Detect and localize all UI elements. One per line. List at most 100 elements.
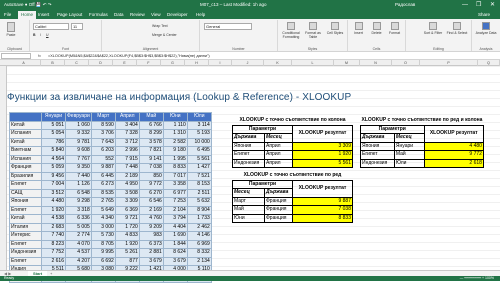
- value-cell[interactable]: 3 794: [162, 214, 188, 224]
- tab-formulas[interactable]: Formulas: [89, 10, 108, 19]
- lookup-param-first[interactable]: Юни: [232, 213, 265, 223]
- value-cell[interactable]: 983: [138, 231, 164, 241]
- value-cell[interactable]: 4 146: [186, 231, 212, 241]
- insert-cells-button[interactable]: Insert: [350, 22, 367, 35]
- value-cell[interactable]: 6 977: [162, 188, 188, 198]
- value-cell[interactable]: 6 270: [138, 188, 164, 198]
- value-cell[interactable]: 6 969: [186, 239, 212, 249]
- value-cell[interactable]: 9 209: [138, 222, 164, 232]
- lookup-param-second[interactable]: Юли: [393, 158, 425, 168]
- country-cell[interactable]: Италия: [9, 222, 42, 232]
- number-format-select[interactable]: General: [204, 23, 252, 30]
- value-cell[interactable]: 2 462: [186, 222, 212, 232]
- tab-data[interactable]: Data: [114, 10, 124, 19]
- value-cell[interactable]: 9 180: [162, 146, 188, 156]
- lookup-param-second[interactable]: Януари: [393, 141, 425, 151]
- tab-file[interactable]: File: [4, 10, 11, 19]
- value-cell[interactable]: 5 840: [41, 146, 66, 156]
- value-cell[interactable]: 877: [114, 256, 140, 266]
- value-cell[interactable]: 5 059: [41, 163, 66, 173]
- value-cell[interactable]: 3 578: [138, 137, 164, 147]
- value-cell[interactable]: 1 690: [162, 231, 188, 241]
- value-cell[interactable]: 1 126: [65, 180, 92, 190]
- value-cell[interactable]: 9 608: [65, 146, 92, 156]
- value-cell[interactable]: 6 766: [138, 120, 164, 130]
- value-cell[interactable]: 9 887: [90, 163, 116, 173]
- value-cell[interactable]: 1 920: [114, 239, 140, 249]
- value-cell[interactable]: 3 114: [186, 120, 212, 130]
- tab-page-layout[interactable]: Page Layout: [57, 10, 82, 19]
- wrap-text-button[interactable]: Wrap Text: [152, 24, 168, 28]
- value-cell[interactable]: 1 110: [162, 120, 188, 130]
- value-cell[interactable]: 8 535: [90, 188, 116, 198]
- value-cell[interactable]: 7 038: [138, 163, 164, 173]
- value-cell[interactable]: 3 358: [162, 180, 188, 190]
- lookup-param-first[interactable]: Япония: [360, 141, 395, 151]
- value-cell[interactable]: 2 683: [41, 222, 66, 232]
- value-cell[interactable]: 7 821: [138, 146, 164, 156]
- value-cell[interactable]: 2 511: [186, 188, 212, 198]
- value-cell[interactable]: 3 309: [114, 197, 140, 207]
- lookup-result[interactable]: 9 887: [292, 196, 353, 206]
- minimize-icon[interactable]: —: [462, 0, 468, 10]
- cell-styles-button[interactable]: Cell Styles: [325, 22, 345, 35]
- tab-home[interactable]: Home: [18, 11, 37, 19]
- lookup-param-first[interactable]: Март: [232, 196, 265, 206]
- value-cell[interactable]: 8 332: [186, 248, 212, 258]
- value-cell[interactable]: 5 051: [41, 120, 66, 130]
- value-cell[interactable]: 7 521: [186, 171, 212, 181]
- lookup-result[interactable]: 8 833: [292, 213, 353, 223]
- value-cell[interactable]: 9 772: [138, 180, 164, 190]
- value-cell[interactable]: 8 904: [186, 205, 212, 215]
- zoom-slider[interactable]: — ━━━━━━━━ + 100%: [460, 276, 494, 281]
- value-cell[interactable]: 9 298: [65, 197, 92, 207]
- value-cell[interactable]: 5 632: [186, 197, 212, 207]
- value-cell[interactable]: 7 752: [41, 248, 66, 258]
- lookup-param-first[interactable]: Индонезия: [360, 158, 395, 168]
- value-cell[interactable]: 6 548: [65, 188, 92, 198]
- merge-center-button[interactable]: Merge & Center: [152, 33, 177, 37]
- value-cell[interactable]: 8 833: [162, 163, 188, 173]
- value-cell[interactable]: 9 995: [90, 248, 116, 258]
- lookup-param-second[interactable]: Франция: [264, 196, 293, 206]
- value-cell[interactable]: 4 480: [41, 197, 66, 207]
- value-cell[interactable]: 1 060: [65, 120, 92, 130]
- value-cell[interactable]: 5 561: [186, 154, 212, 164]
- user-name[interactable]: Радослав: [395, 0, 415, 10]
- country-cell[interactable]: Бразилия: [9, 171, 42, 181]
- value-cell[interactable]: 9 332: [65, 129, 92, 139]
- country-cell[interactable]: Индонезия: [9, 248, 42, 258]
- restore-icon[interactable]: ❐: [476, 0, 481, 10]
- value-cell[interactable]: 2 881: [138, 248, 164, 258]
- quick-access-toolbar[interactable]: AutoSave ● Off 💾 ↶ ↷: [4, 0, 52, 10]
- value-cell[interactable]: 7 643: [90, 137, 116, 147]
- lookup-result[interactable]: 9 772: [423, 150, 484, 160]
- country-cell[interactable]: Япония: [9, 197, 42, 207]
- lookup-param-first[interactable]: Май: [232, 205, 265, 215]
- value-cell[interactable]: 2 582: [162, 137, 188, 147]
- value-cell[interactable]: 9 781: [65, 137, 92, 147]
- value-cell[interactable]: 2 189: [114, 171, 140, 181]
- value-cell[interactable]: 5 261: [114, 248, 140, 258]
- value-cell[interactable]: 8 223: [41, 239, 66, 249]
- country-cell[interactable]: Испания: [9, 154, 42, 164]
- value-cell[interactable]: 5 054: [41, 129, 66, 139]
- tab-view[interactable]: View: [151, 10, 161, 19]
- paste-button[interactable]: Paste: [4, 22, 18, 37]
- tab-developer[interactable]: Developer: [167, 10, 188, 19]
- country-cell[interactable]: Китай: [9, 137, 42, 147]
- lookup-param-second[interactable]: Май: [393, 150, 425, 160]
- value-cell[interactable]: 6 692: [90, 256, 116, 266]
- value-cell[interactable]: 5 005: [65, 222, 92, 232]
- value-cell[interactable]: 7 448: [114, 163, 140, 173]
- find-select-button[interactable]: Find & Select: [446, 22, 468, 35]
- value-cell[interactable]: 4 340: [90, 214, 116, 224]
- italic-button[interactable]: I: [40, 33, 41, 37]
- value-cell[interactable]: 7 017: [162, 171, 188, 181]
- lookup-param-second[interactable]: Април: [264, 150, 293, 160]
- value-cell[interactable]: 7 004: [41, 180, 66, 190]
- value-cell[interactable]: 2 104: [162, 205, 188, 215]
- lookup-result[interactable]: 3 309: [292, 141, 353, 151]
- value-cell[interactable]: 2 616: [41, 256, 66, 266]
- value-cell[interactable]: 7 740: [41, 231, 66, 241]
